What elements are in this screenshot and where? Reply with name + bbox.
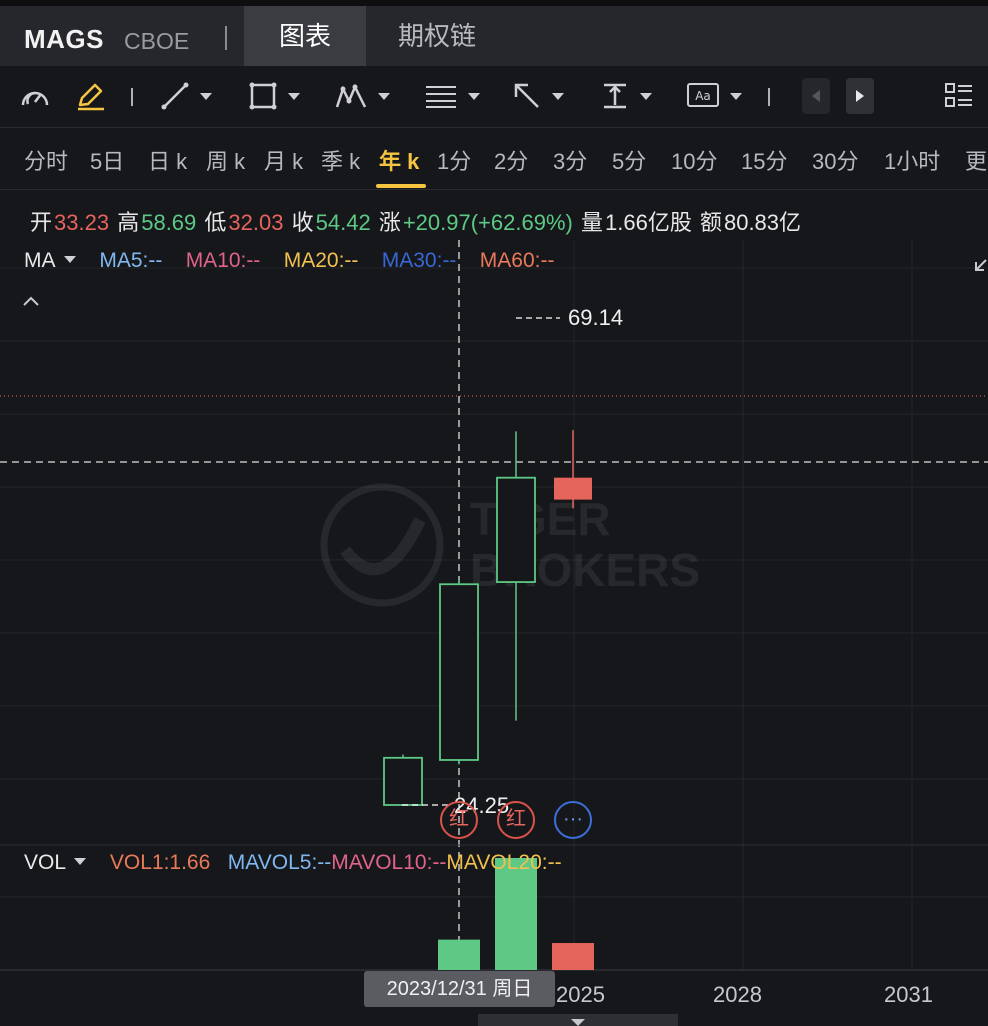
fibonacci-tool-button[interactable] bbox=[424, 78, 480, 114]
crosshair-date-label: 2023/12/31 周日 bbox=[364, 971, 555, 1007]
svg-text:Aa: Aa bbox=[695, 89, 711, 103]
period-2min[interactable]: 2分 bbox=[494, 144, 528, 176]
period-10min[interactable]: 10分 bbox=[671, 144, 717, 176]
period-more[interactable]: 更 bbox=[965, 144, 987, 176]
x-tick-label: 2028 bbox=[713, 982, 762, 1007]
period-3min[interactable]: 3分 bbox=[553, 144, 587, 176]
triangle-left-icon bbox=[812, 90, 820, 102]
dividend-event-badge[interactable]: 红 bbox=[440, 801, 478, 839]
period-1min[interactable]: 1分 bbox=[437, 144, 471, 176]
more-events-badge[interactable]: ··· bbox=[554, 801, 592, 839]
rectangle-tool-button[interactable] bbox=[248, 78, 300, 114]
collapse-chevron-icon[interactable] bbox=[22, 294, 40, 313]
scroll-left-button[interactable] bbox=[802, 78, 830, 114]
tab-chart[interactable]: 图表 bbox=[244, 6, 366, 66]
fibonacci-icon bbox=[426, 86, 456, 108]
svg-text:TIGER: TIGER bbox=[470, 493, 611, 545]
period-selector: 分时 5日 日 k 周 k 月 k 季 k 年 k 1分 2分 3分 5分 10… bbox=[0, 128, 988, 190]
chevron-down-icon[interactable] bbox=[74, 858, 87, 866]
candles-group bbox=[383, 430, 592, 806]
layout-list-icon[interactable] bbox=[944, 78, 974, 114]
chevron-down-icon bbox=[640, 92, 652, 100]
chevron-down-icon[interactable] bbox=[63, 256, 76, 264]
ma10-value: MA10:-- bbox=[185, 249, 261, 272]
line-tool-button[interactable] bbox=[160, 78, 212, 114]
period-5day[interactable]: 5日 bbox=[90, 144, 124, 176]
measure-icon bbox=[604, 83, 626, 109]
ma5-value: MA5:-- bbox=[99, 249, 163, 272]
pattern-icon bbox=[335, 84, 367, 108]
x-tick-label: 2031 bbox=[884, 982, 933, 1007]
max-price-label: 69.14 bbox=[568, 305, 624, 330]
volume-bar bbox=[438, 939, 480, 970]
candle-body-up bbox=[383, 756, 423, 806]
pattern-tool-button[interactable] bbox=[334, 78, 390, 114]
triangle-right-icon bbox=[856, 90, 864, 102]
period-year-k[interactable]: 年 k bbox=[379, 144, 419, 176]
exchange-label: CBOE bbox=[124, 28, 190, 54]
ma-indicator-row: MA MA5:-- MA10:-- MA20:-- MA30:-- MA60:-… bbox=[24, 249, 554, 273]
vol-indicator-row: VOL VOL1:1.66 MAVOL5:--MAVOL10:--MAVOL20… bbox=[24, 851, 562, 875]
chevron-down-icon bbox=[468, 92, 480, 100]
period-month-k[interactable]: 月 k bbox=[264, 144, 303, 176]
chevron-down-icon bbox=[730, 92, 742, 100]
period-week-k[interactable]: 周 k bbox=[206, 144, 245, 176]
mavol5-value: MAVOL5:-- bbox=[227, 851, 332, 874]
arrow-icon bbox=[514, 83, 539, 108]
period-quarter-k[interactable]: 季 k bbox=[321, 144, 360, 176]
period-1hour[interactable]: 1小时 bbox=[884, 144, 940, 176]
line-icon bbox=[161, 82, 189, 110]
x-tick-label: 2025 bbox=[556, 982, 605, 1007]
volume-bar bbox=[552, 943, 594, 970]
toolbar-divider bbox=[131, 88, 133, 106]
scroll-right-button[interactable] bbox=[846, 78, 874, 114]
top-bar: MAGS CBOE 图表 期权链 bbox=[0, 0, 988, 66]
vol-indicator-name[interactable]: VOL bbox=[24, 851, 66, 874]
drawing-toolbar: Aa bbox=[0, 66, 988, 128]
period-30min[interactable]: 30分 bbox=[812, 144, 858, 176]
header-divider bbox=[225, 26, 227, 50]
ma60-value: MA60:-- bbox=[479, 249, 555, 272]
pencil-icon[interactable] bbox=[74, 78, 108, 114]
expand-icon[interactable] bbox=[974, 254, 988, 277]
period-day-k[interactable]: 日 k bbox=[148, 144, 187, 176]
measure-tool-button[interactable] bbox=[600, 78, 652, 114]
chevron-down-icon bbox=[200, 92, 212, 100]
mavol20-value: MAVOL20:-- bbox=[446, 851, 562, 874]
chevron-down-icon bbox=[552, 92, 564, 100]
period-15min[interactable]: 15分 bbox=[741, 144, 787, 176]
ma30-value: MA30:-- bbox=[381, 249, 457, 272]
active-period-indicator bbox=[376, 184, 426, 188]
candle-body-up bbox=[496, 476, 536, 583]
candle-body-down bbox=[554, 477, 592, 500]
rectangle-icon bbox=[249, 82, 277, 110]
period-intraday[interactable]: 分时 bbox=[24, 144, 68, 176]
tab-options-chain[interactable]: 期权链 bbox=[398, 6, 476, 66]
text-tool-button[interactable]: Aa bbox=[686, 78, 742, 114]
ma-indicator-name[interactable]: MA bbox=[24, 249, 56, 272]
arrow-tool-button[interactable] bbox=[512, 78, 564, 114]
mavol10-value: MAVOL10:-- bbox=[331, 851, 447, 874]
candle-body-up bbox=[439, 583, 479, 761]
period-5min[interactable]: 5分 bbox=[612, 144, 646, 176]
dividend-event-badge[interactable]: 红 bbox=[497, 801, 535, 839]
chevron-down-icon bbox=[571, 1019, 585, 1026]
toolbar-divider bbox=[768, 88, 770, 106]
chevron-down-icon bbox=[288, 92, 300, 100]
symbol-label: MAGS bbox=[24, 24, 104, 54]
chart-scrollbar[interactable] bbox=[478, 1014, 678, 1026]
text-icon: Aa bbox=[687, 83, 719, 107]
speedometer-icon[interactable] bbox=[18, 78, 52, 114]
ma20-value: MA20:-- bbox=[283, 249, 359, 272]
chevron-down-icon bbox=[378, 92, 390, 100]
vol1-value: VOL1:1.66 bbox=[109, 851, 211, 874]
candlestick-chart[interactable]: TIGER BROKERS bbox=[0, 190, 988, 1026]
